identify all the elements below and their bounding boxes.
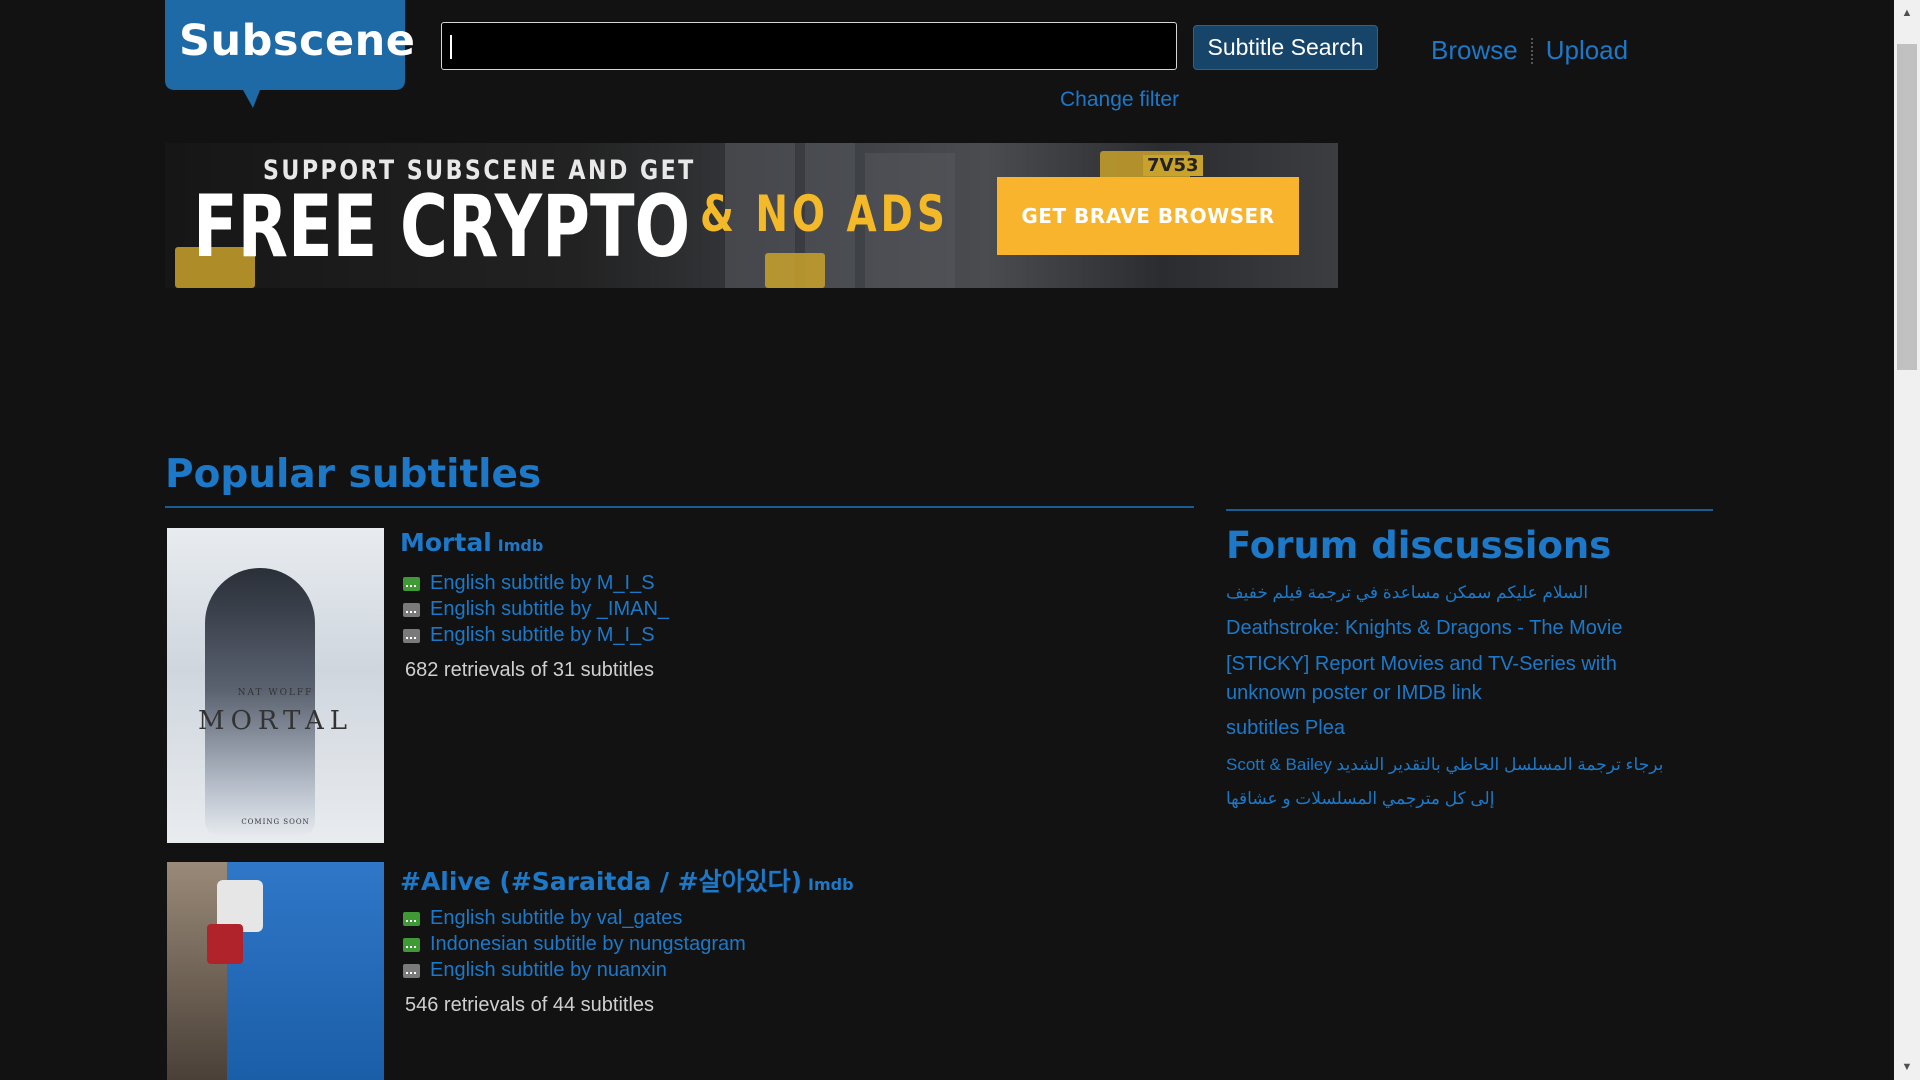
- scroll-up-arrow-icon[interactable]: ▲: [1894, 0, 1920, 26]
- movie-title-alive[interactable]: #Alive (#Saraitda / #살아있다) Imdb: [400, 862, 854, 898]
- subtitle-row[interactable]: English subtitle by M_I_S: [403, 572, 655, 595]
- banner-taxi: [765, 253, 825, 288]
- retrieval-stats: 682 retrievals of 31 subtitles: [405, 659, 655, 681]
- subtitle-row[interactable]: English subtitle by _IMAN_: [403, 598, 669, 621]
- movie-title-text[interactable]: #Alive (#Saraitda / #살아있다): [400, 867, 802, 896]
- not-rated-icon: [403, 628, 420, 643]
- poster-figure: [205, 568, 315, 838]
- forum-discussions-heading: Forum discussions: [1226, 524, 1612, 567]
- scroll-down-arrow-icon[interactable]: ▼: [1894, 1054, 1920, 1080]
- subscene-logo[interactable]: Subscene: [165, 0, 415, 108]
- subtitle-link[interactable]: Indonesian subtitle by nungstagram: [430, 933, 746, 956]
- rated-good-icon: [403, 911, 420, 926]
- logo-text: Subscene: [179, 16, 416, 66]
- nav-divider: [1530, 37, 1533, 64]
- browse-link[interactable]: Browse: [1431, 35, 1518, 66]
- popular-divider: [165, 506, 1194, 508]
- change-filter-link[interactable]: Change filter: [1060, 88, 1179, 112]
- subtitle-row[interactable]: Indonesian subtitle by nungstagram: [403, 933, 746, 956]
- poster-figure-pants: [207, 924, 243, 964]
- vertical-scrollbar[interactable]: ▲ ▼: [1894, 0, 1920, 1080]
- forum-thread-link[interactable]: subtitles Plea: [1226, 714, 1686, 743]
- subtitle-link[interactable]: English subtitle by M_I_S: [430, 624, 655, 647]
- not-rated-icon: [403, 602, 420, 617]
- get-brave-button[interactable]: GET BRAVE BROWSER: [997, 177, 1299, 255]
- banner-line-2: FREE CRYPTO: [193, 177, 691, 277]
- banner-line-3: & NO ADS: [700, 185, 949, 243]
- upload-link[interactable]: Upload: [1546, 35, 1628, 66]
- subtitle-row[interactable]: English subtitle by val_gates: [403, 907, 682, 930]
- mortal-poster[interactable]: NAT WOLFF MORTAL COMING SOON: [167, 528, 384, 843]
- forum-thread-link[interactable]: Deathstroke: Knights & Dragons - The Mov…: [1226, 614, 1686, 643]
- poster-coming-soon: COMING SOON: [241, 818, 310, 826]
- banner-plate: 7V53: [1143, 155, 1203, 176]
- subtitle-link[interactable]: English subtitle by nuanxin: [430, 959, 667, 982]
- forum-thread-link[interactable]: السلام عليكم سمكن مساعدة في ترجمة فيلم خ…: [1226, 578, 1686, 607]
- forum-thread-link[interactable]: برجاء ترجمة المسلسل الحاظي بالتقدير الشد…: [1226, 750, 1686, 779]
- forum-thread-link[interactable]: إلى كل مترجمي المسلسلات و عشاقها: [1226, 784, 1686, 813]
- movie-title-text[interactable]: Mortal: [400, 528, 492, 557]
- subtitle-row[interactable]: English subtitle by M_I_S: [403, 624, 655, 647]
- not-rated-icon: [403, 963, 420, 978]
- forum-divider: [1226, 509, 1713, 511]
- text-caret: [450, 35, 452, 59]
- subtitle-search-button[interactable]: Subtitle Search: [1193, 25, 1378, 70]
- popular-subtitles-heading: Popular subtitles: [165, 452, 542, 497]
- poster-credit: NAT WOLFF: [237, 688, 314, 698]
- poster-name: MORTAL: [197, 706, 354, 736]
- alive-poster[interactable]: [167, 862, 384, 1080]
- imdb-link[interactable]: Imdb: [808, 875, 854, 894]
- retrieval-stats: 546 retrievals of 44 subtitles: [405, 994, 655, 1016]
- top-nav: Browse Upload: [1431, 35, 1628, 66]
- subtitle-link[interactable]: English subtitle by val_gates: [430, 907, 682, 930]
- forum-thread-link[interactable]: [STICKY] Report Movies and TV-Series wit…: [1226, 650, 1686, 708]
- subtitle-link[interactable]: English subtitle by M_I_S: [430, 572, 655, 595]
- search-input[interactable]: [441, 22, 1177, 70]
- subtitle-link[interactable]: English subtitle by _IMAN_: [430, 598, 669, 621]
- rated-good-icon: [403, 576, 420, 591]
- scrollbar-thumb[interactable]: [1897, 44, 1917, 370]
- subtitle-row[interactable]: English subtitle by nuanxin: [403, 959, 667, 982]
- movie-title-mortal[interactable]: Mortal Imdb: [400, 528, 543, 557]
- rated-good-icon: [403, 937, 420, 952]
- imdb-link[interactable]: Imdb: [498, 536, 544, 555]
- brave-ad-banner[interactable]: 7V53 SUPPORT SUBSCENE AND GET FREE CRYPT…: [165, 143, 1338, 288]
